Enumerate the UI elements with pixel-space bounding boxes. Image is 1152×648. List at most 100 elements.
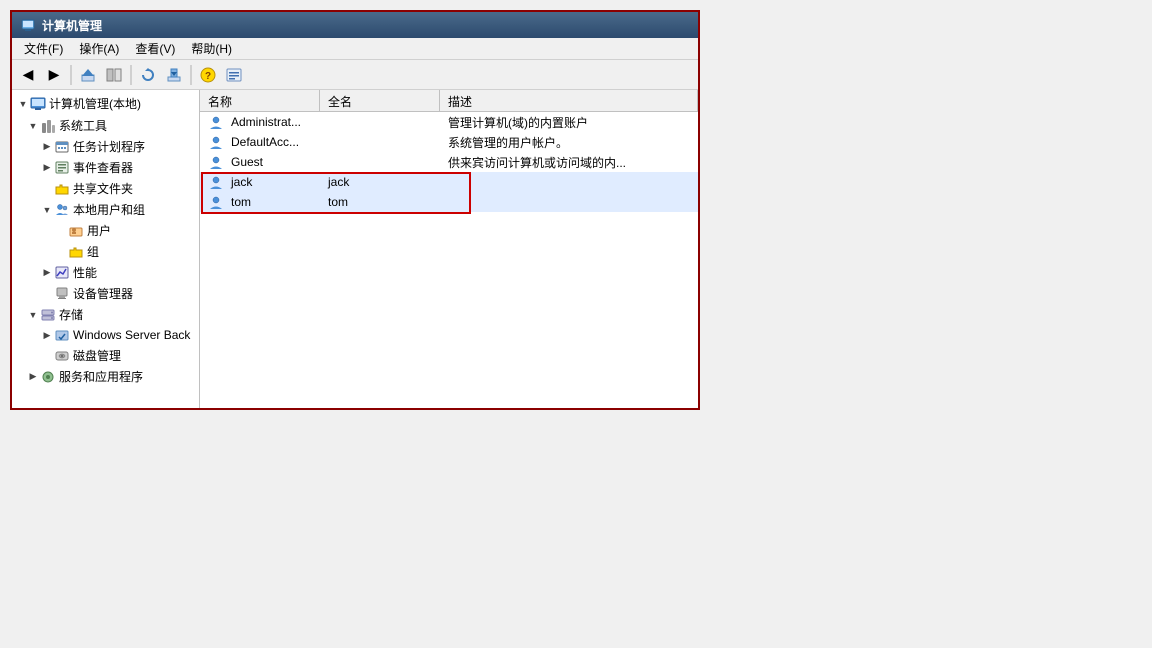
services-icon	[40, 369, 56, 385]
table-row-jack[interactable]: jack jack	[200, 172, 698, 192]
cell-name-default: DefaultAcc...	[200, 132, 320, 152]
menu-file[interactable]: 文件(F)	[16, 38, 71, 59]
properties-button[interactable]	[222, 63, 246, 87]
sidebar-item-storage[interactable]: ▼ 存储	[12, 304, 199, 325]
cell-name-jack: jack	[200, 172, 320, 192]
cell-desc-tom	[440, 200, 698, 204]
wsb-label: Windows Server Back	[73, 328, 190, 342]
sidebar-root[interactable]: ▼ 计算机管理(本地)	[12, 92, 199, 115]
task-scheduler-expand: ▶	[40, 141, 54, 152]
wsb-icon	[54, 327, 70, 343]
disk-management-label: 磁盘管理	[73, 347, 121, 364]
groups-icon	[68, 244, 84, 260]
user-icon	[208, 114, 224, 130]
main-content: ▼ 计算机管理(本地) ▼	[12, 90, 698, 408]
sidebar-item-services-apps[interactable]: ▶ 服务和应用程序	[12, 366, 199, 387]
sidebar-item-device-manager[interactable]: 设备管理器	[12, 283, 199, 304]
content-panel: 名称 全名 描述 Administrat...	[200, 90, 698, 408]
computer-icon	[30, 96, 46, 112]
user-icon	[208, 154, 224, 170]
toolbar-sep-3	[190, 65, 192, 85]
app-icon	[20, 17, 36, 33]
task-scheduler-label: 任务计划程序	[73, 138, 145, 155]
cell-name-guest: Guest	[200, 152, 320, 172]
performance-label: 性能	[73, 264, 97, 281]
col-header-fullname[interactable]: 全名	[320, 90, 440, 111]
disk-icon	[54, 348, 70, 364]
export-button[interactable]	[162, 63, 186, 87]
sidebar-item-task-scheduler[interactable]: ▶ 任务计划程序	[12, 136, 199, 157]
system-tools-expand: ▼	[26, 121, 40, 131]
cell-name-tom: tom	[200, 192, 320, 212]
device-manager-label: 设备管理器	[73, 285, 133, 302]
toolbar-sep-1	[70, 65, 72, 85]
table-row-tom[interactable]: tom tom	[200, 192, 698, 212]
cell-desc-admin: 管理计算机(域)的内置账户	[440, 112, 698, 133]
local-users-label: 本地用户和组	[73, 201, 145, 218]
cell-desc-jack	[440, 180, 698, 184]
storage-label: 存储	[59, 306, 83, 323]
col-header-name[interactable]: 名称	[200, 90, 320, 111]
cell-desc-guest: 供来宾访问计算机或访问域的内...	[440, 152, 698, 173]
table-row[interactable]: DefaultAcc... 系统管理的用户帐户。	[200, 132, 698, 152]
users-label: 用户	[87, 222, 111, 239]
storage-expand: ▼	[26, 310, 40, 320]
event-viewer-icon	[54, 160, 70, 176]
menu-view[interactable]: 查看(V)	[127, 38, 183, 59]
performance-expand: ▶	[40, 267, 54, 278]
forward-button[interactable]: ▶	[42, 63, 66, 87]
user-icon	[208, 194, 224, 210]
event-viewer-expand: ▶	[40, 162, 54, 173]
cell-fullname-guest	[320, 160, 440, 164]
sidebar-item-groups[interactable]: 组	[12, 241, 199, 262]
sidebar-item-system-tools[interactable]: ▼ 系统工具	[12, 115, 199, 136]
toolbar-sep-2	[130, 65, 132, 85]
wsb-expand: ▶	[40, 330, 54, 341]
local-users-expand: ▼	[40, 205, 54, 215]
services-expand: ▶	[26, 371, 40, 382]
sidebar-item-event-viewer[interactable]: ▶ 事件查看器	[12, 157, 199, 178]
up-button[interactable]	[76, 63, 100, 87]
menu-help[interactable]: 帮助(H)	[183, 38, 240, 59]
sidebar-item-shared-folders[interactable]: 共享文件夹	[12, 178, 199, 199]
title-bar: 计算机管理	[12, 12, 698, 38]
sidebar-item-users[interactable]: 用户	[12, 220, 199, 241]
sidebar: ▼ 计算机管理(本地) ▼	[12, 90, 200, 408]
system-tools-icon	[40, 118, 56, 134]
shared-folders-label: 共享文件夹	[73, 180, 133, 197]
refresh-button[interactable]	[136, 63, 160, 87]
root-expand-icon: ▼	[16, 99, 30, 109]
toolbar: ◀ ▶ ?	[12, 60, 698, 90]
sidebar-item-performance[interactable]: ▶ 性能	[12, 262, 199, 283]
local-users-icon	[54, 202, 70, 218]
event-viewer-label: 事件查看器	[73, 159, 133, 176]
cell-fullname-default	[320, 140, 440, 144]
services-label: 服务和应用程序	[59, 368, 143, 385]
back-button[interactable]: ◀	[16, 63, 40, 87]
user-icon	[208, 134, 224, 150]
sidebar-item-disk-management[interactable]: 磁盘管理	[12, 345, 199, 366]
performance-icon	[54, 265, 70, 281]
groups-label: 组	[87, 243, 99, 260]
menu-action[interactable]: 操作(A)	[71, 38, 127, 59]
show-hide-button[interactable]	[102, 63, 126, 87]
cell-fullname-jack: jack	[320, 173, 440, 191]
col-header-desc[interactable]: 描述	[440, 90, 698, 111]
help-button[interactable]: ?	[196, 63, 220, 87]
users-icon	[68, 223, 84, 239]
task-scheduler-icon	[54, 139, 70, 155]
title-text: 计算机管理	[42, 17, 102, 34]
cell-fullname-admin	[320, 120, 440, 124]
table-row[interactable]: Administrat... 管理计算机(域)的内置账户	[200, 112, 698, 132]
main-window: 计算机管理 文件(F) 操作(A) 查看(V) 帮助(H) ◀ ▶ ?	[10, 10, 700, 410]
menu-bar: 文件(F) 操作(A) 查看(V) 帮助(H)	[12, 38, 698, 60]
list-header: 名称 全名 描述	[200, 90, 698, 112]
svg-text:?: ?	[205, 71, 211, 82]
sidebar-root-label: 计算机管理(本地)	[49, 95, 141, 112]
sidebar-item-local-users[interactable]: ▼ 本地用户和组	[12, 199, 199, 220]
cell-name-admin: Administrat...	[200, 112, 320, 132]
system-tools-label: 系统工具	[59, 117, 107, 134]
device-manager-icon	[54, 286, 70, 302]
sidebar-item-windows-server-backup[interactable]: ▶ Windows Server Back	[12, 325, 199, 345]
table-row[interactable]: Guest 供来宾访问计算机或访问域的内...	[200, 152, 698, 172]
